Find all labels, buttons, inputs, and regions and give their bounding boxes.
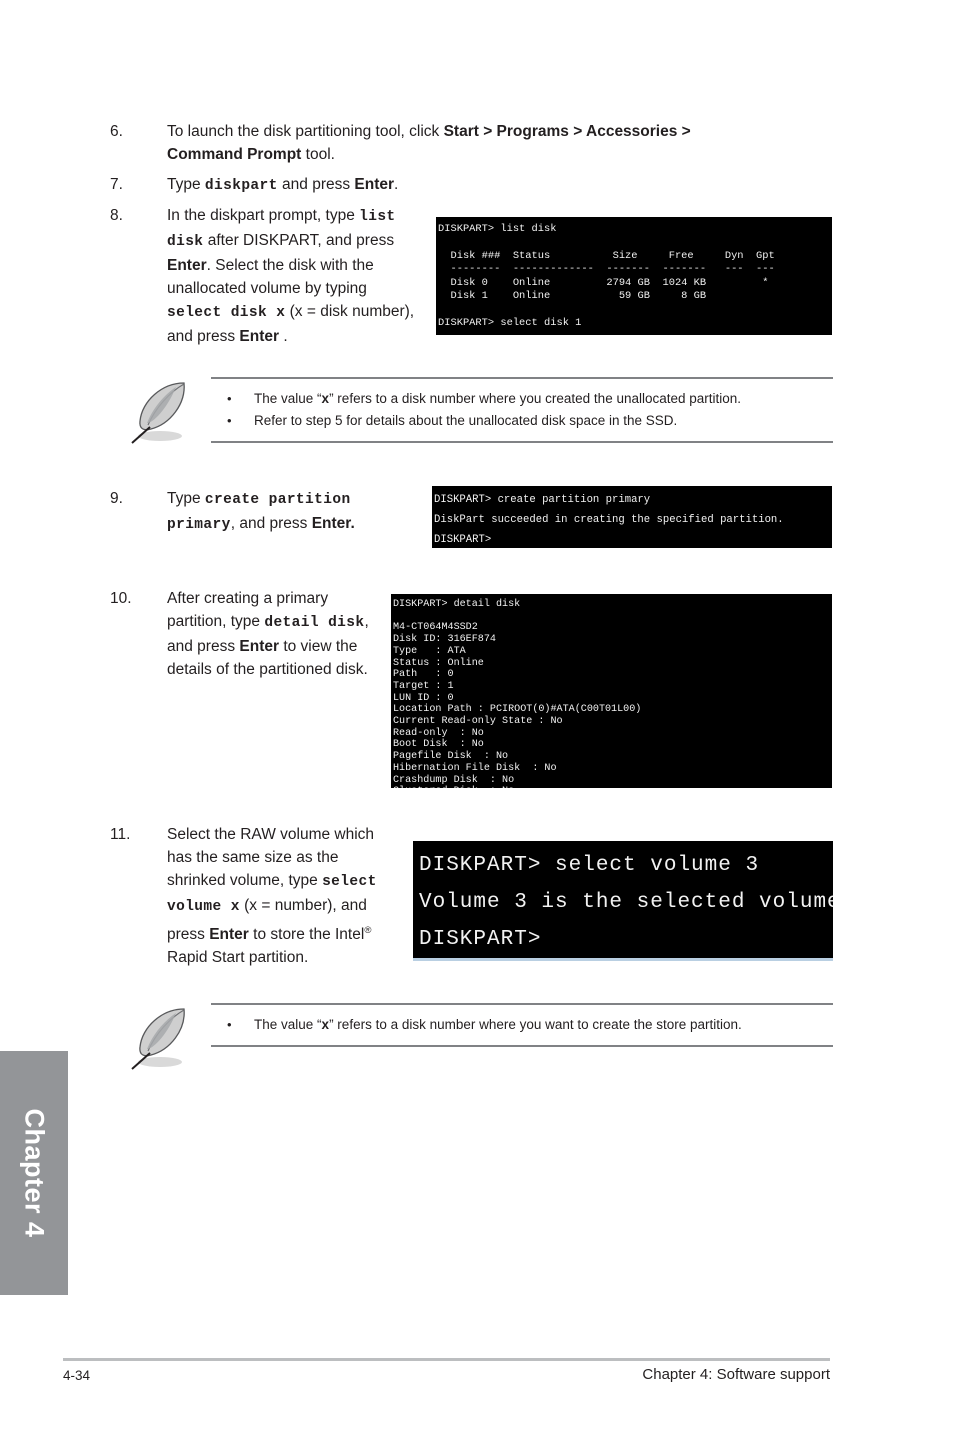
step-10-number: 10. bbox=[110, 590, 132, 607]
step-7-text: Type diskpart and press Enter. bbox=[167, 176, 399, 194]
note-1-text-1: The value “x” refers to a disk number wh… bbox=[254, 391, 742, 406]
chapter-side-tab-label: Chapter 4 bbox=[19, 1108, 50, 1238]
bullet-glyph: • bbox=[227, 1017, 232, 1032]
step-8: 8. In the diskpart prompt, type list dis… bbox=[110, 204, 420, 348]
step-7-number: 7. bbox=[110, 176, 123, 193]
bullet-glyph: • bbox=[227, 391, 232, 406]
terminal-create-partition: DISKPART> create partition primary DiskP… bbox=[432, 486, 832, 548]
note-box-2: • The value “x” refers to a disk number … bbox=[116, 1003, 833, 1070]
page-number: 4-34 bbox=[63, 1368, 91, 1383]
bullet-glyph: • bbox=[227, 413, 232, 428]
manual-page: 6. To launch the disk partitioning tool,… bbox=[0, 0, 954, 1438]
step-9-number: 9. bbox=[110, 490, 123, 507]
step-6: 6. To launch the disk partitioning tool,… bbox=[110, 120, 770, 166]
note-box-1: • The value “x” refers to a disk number … bbox=[116, 377, 833, 444]
step-11-text: Select the RAW volume which has the same… bbox=[167, 826, 377, 967]
step-11: 11. Select the RAW volume which has the … bbox=[110, 823, 380, 969]
terminal-select-volume: DISKPART> select volume 3 Volume 3 is th… bbox=[413, 841, 833, 961]
step-6-text: To launch the disk partitioning tool, cl… bbox=[167, 123, 691, 163]
note-1-line-1: • The value “x” refers to a disk number … bbox=[211, 388, 833, 410]
quill-note-icon bbox=[126, 379, 198, 445]
footer-divider bbox=[63, 1358, 830, 1361]
note-1-line-2: • Refer to step 5 for details about the … bbox=[211, 410, 833, 432]
step-8-number: 8. bbox=[110, 207, 123, 224]
step-10-text: After creating a primary partition, type… bbox=[167, 590, 369, 678]
note-2-line-1: • The value “x” refers to a disk number … bbox=[211, 1014, 833, 1036]
step-6-number: 6. bbox=[110, 123, 123, 140]
footer-chapter-title: Chapter 4: Software support bbox=[642, 1366, 830, 1383]
chapter-side-tab: Chapter 4 bbox=[0, 1051, 68, 1295]
terminal-detail-disk: DISKPART> detail disk M4-CT064M4SSD2 Dis… bbox=[391, 594, 832, 788]
step-10: 10. After creating a primary partition, … bbox=[110, 587, 385, 681]
step-9-text: Type create partition primary, and press… bbox=[167, 490, 355, 533]
note-1-content: • The value “x” refers to a disk number … bbox=[211, 377, 833, 443]
quill-note-icon bbox=[126, 1005, 198, 1071]
note-1-text-2: Refer to step 5 for details about the un… bbox=[254, 413, 678, 428]
terminal-list-disk: DISKPART> list disk Disk ### Status Size… bbox=[436, 217, 832, 335]
step-8-text: In the diskpart prompt, type list disk a… bbox=[167, 207, 415, 345]
step-9: 9. Type create partition primary, and pr… bbox=[110, 487, 410, 537]
note-2-text-1: The value “x” refers to a disk number wh… bbox=[254, 1017, 742, 1032]
step-7: 7. Type diskpart and press Enter. bbox=[110, 173, 770, 198]
step-11-number: 11. bbox=[110, 826, 131, 843]
note-2-content: • The value “x” refers to a disk number … bbox=[211, 1003, 833, 1047]
